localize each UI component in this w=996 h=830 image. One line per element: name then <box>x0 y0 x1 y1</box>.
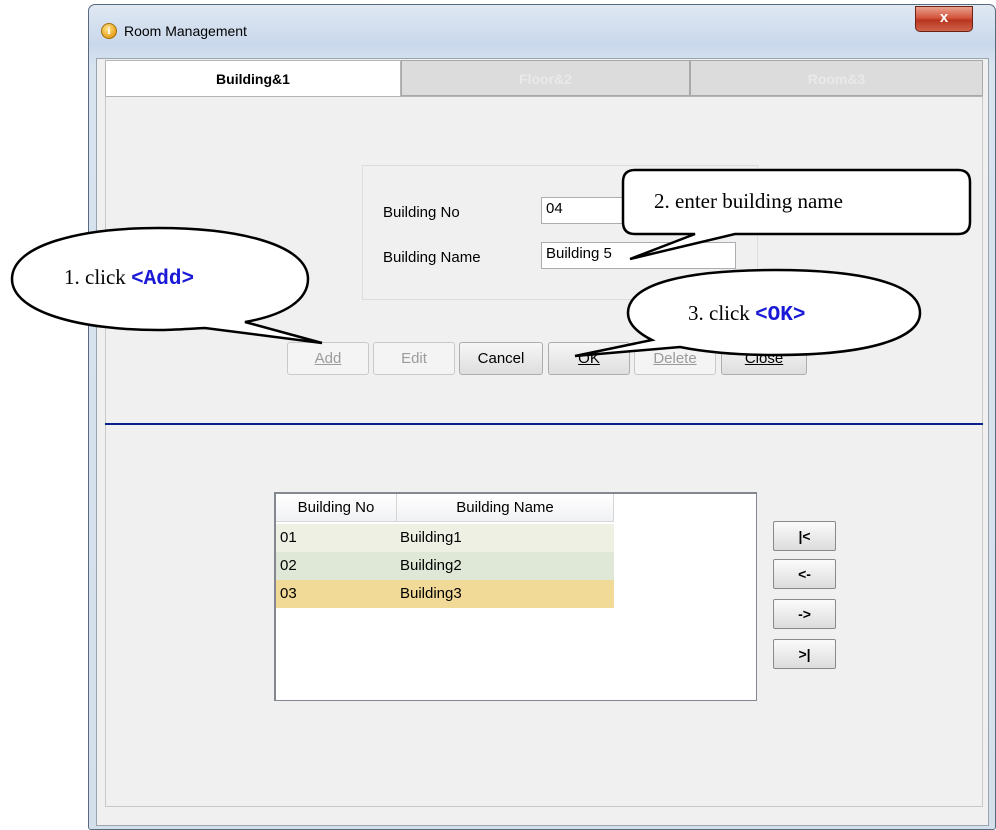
callout-step3-key: <OK> <box>755 304 806 327</box>
callout-bubbles <box>10 168 972 358</box>
tab-building[interactable]: Building&1 <box>105 60 401 96</box>
callout-step1-text: 1. click <Add> <box>64 265 194 291</box>
callout-step3-prefix: 3. click <box>688 301 756 325</box>
callout-step1-prefix: 1. click <box>64 265 132 289</box>
callout-step1-key: <Add> <box>131 268 195 291</box>
callout-step2-text: 2. enter building name <box>654 189 843 213</box>
callout-step3-text: 3. click <OK> <box>688 301 805 327</box>
callout-step2-bubble <box>621 168 972 261</box>
